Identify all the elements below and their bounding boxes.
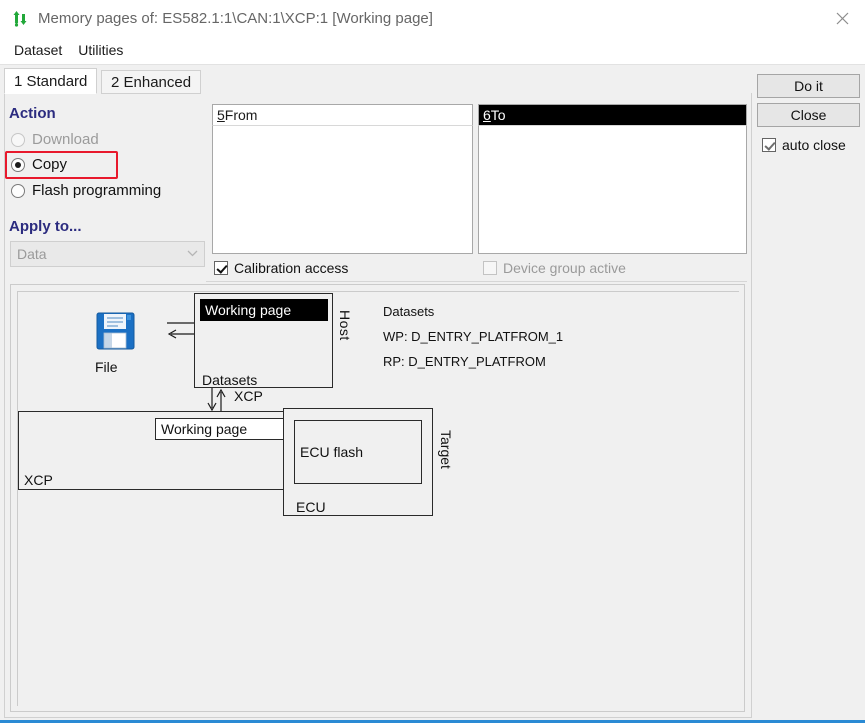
close-button[interactable]: Close — [757, 103, 860, 127]
xcp-arrow-label: XCP — [234, 388, 263, 404]
to-panel-label: To — [490, 107, 506, 123]
from-panel-header[interactable]: 5 From — [212, 104, 473, 126]
ecu-label: ECU — [296, 499, 326, 515]
apply-to-select[interactable]: Data — [10, 241, 205, 267]
apply-to-value: Data — [17, 246, 47, 262]
to-panel: 6 To — [478, 104, 747, 254]
menu-separator — [0, 64, 865, 65]
radio-download-label: Download — [32, 131, 99, 148]
checkbox-device-group-active-label: Device group active — [503, 260, 626, 276]
radio-download: Download — [11, 131, 99, 148]
ecu-flash-label: ECU flash — [300, 444, 364, 460]
memory-pages-window: Memory pages of: ES582.1:1\CAN:1\XCP:1 [… — [0, 0, 865, 723]
target-label: Target — [438, 430, 454, 469]
chevron-down-icon — [187, 249, 198, 260]
apply-to-heading: Apply to... — [9, 218, 82, 235]
to-panel-header[interactable]: 6 To — [478, 104, 747, 126]
host-label: Host — [337, 310, 353, 341]
host-datasets-label: Datasets — [202, 372, 258, 388]
xcp-transfer-arrows-icon — [206, 388, 236, 412]
tab-enhanced[interactable]: 2 Enhanced — [101, 70, 202, 94]
action-group-heading: Action — [9, 105, 56, 122]
radio-flash-programming-label: Flash programming — [32, 182, 162, 199]
window-title: Memory pages of: ES582.1:1\CAN:1\XCP:1 [… — [38, 9, 433, 27]
do-it-button[interactable]: Do it — [757, 74, 860, 98]
group-separator — [206, 281, 747, 282]
from-panel-list[interactable] — [212, 126, 473, 254]
menu-item-utilities[interactable]: Utilities — [70, 40, 131, 60]
radio-copy-dot[interactable] — [11, 157, 25, 172]
menu-bar: Dataset Utilities — [0, 36, 865, 64]
checkbox-auto-close-label: auto close — [782, 137, 846, 153]
dataset-info-rp: RP: D_ENTRY_PLATFROM — [383, 354, 546, 369]
host-working-page: Working page — [200, 299, 328, 321]
menu-item-dataset[interactable]: Dataset — [6, 40, 70, 60]
dataset-info: Datasets WP: D_ENTRY_PLATFROM_1 RP: D_EN… — [383, 304, 563, 379]
tab-standard[interactable]: 1 Standard — [4, 68, 98, 94]
from-panel-accesskey: 5 — [217, 107, 225, 123]
from-panel-label: From — [224, 107, 258, 123]
tab-strip: 2 Enhanced 1 Standard — [0, 68, 752, 94]
title-bar: Memory pages of: ES582.1:1\CAN:1\XCP:1 [… — [0, 0, 865, 36]
dataset-info-title: Datasets — [383, 304, 435, 319]
from-panel: 5 From — [212, 104, 473, 254]
radio-copy-label: Copy — [32, 156, 68, 173]
xcp-box-label: XCP — [24, 472, 53, 488]
checkbox-calibration-access[interactable]: Calibration access — [214, 260, 348, 276]
checkbox-auto-close-box[interactable] — [762, 138, 776, 152]
dataset-info-wp: WP: D_ENTRY_PLATFROM_1 — [383, 329, 564, 344]
checkbox-auto-close[interactable]: auto close — [762, 137, 846, 153]
radio-flash-programming-dot[interactable] — [11, 183, 25, 198]
memory-pages-icon — [10, 8, 30, 28]
xcp-working-page: Working page — [155, 418, 285, 440]
file-label: File — [95, 359, 118, 375]
to-panel-accesskey: 6 — [483, 107, 491, 123]
checkbox-calibration-access-label: Calibration access — [234, 260, 349, 276]
checkbox-device-group-active-box — [483, 261, 497, 275]
radio-download-dot — [11, 132, 25, 147]
checkbox-calibration-access-box[interactable] — [214, 261, 228, 275]
checkbox-device-group-active: Device group active — [483, 260, 626, 276]
close-icon[interactable] — [819, 0, 865, 36]
radio-flash-programming[interactable]: Flash programming — [11, 182, 161, 199]
floppy-disk-icon — [95, 310, 137, 352]
radio-copy[interactable]: Copy — [11, 156, 67, 173]
to-panel-list[interactable] — [478, 126, 747, 254]
